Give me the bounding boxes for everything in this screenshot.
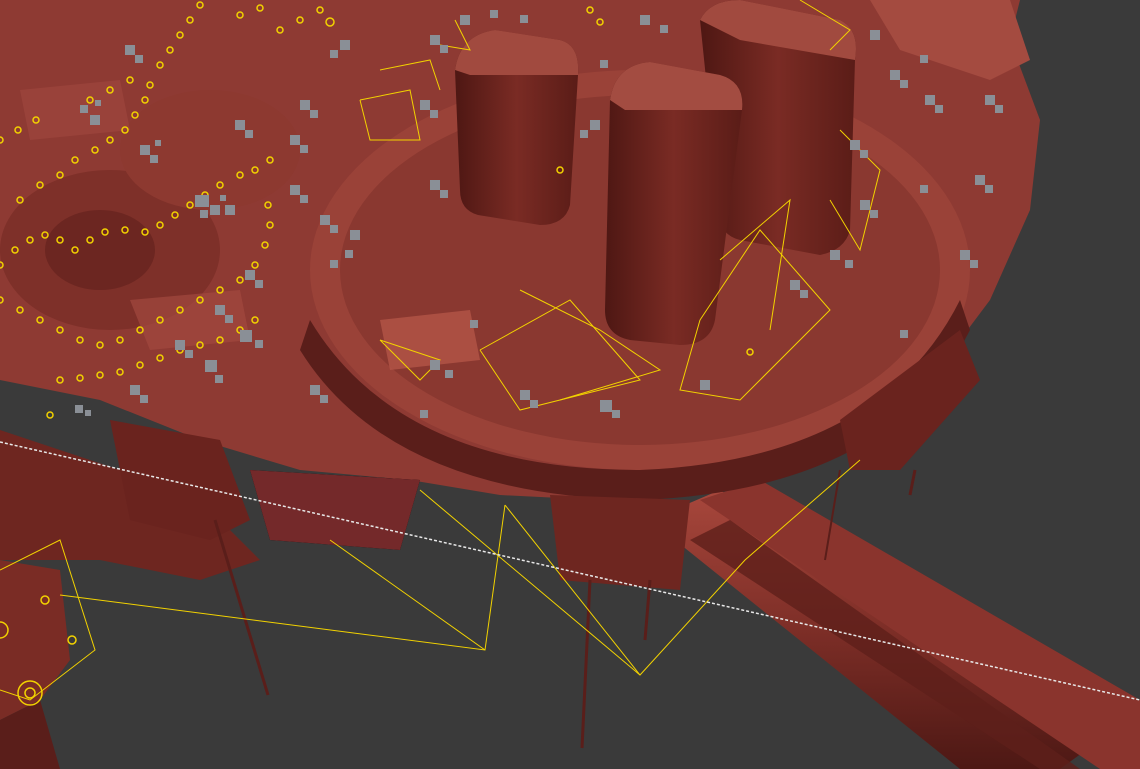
mesh-tower-left[interactable] <box>455 30 579 225</box>
3d-viewport[interactable] <box>0 0 1140 769</box>
viewport-canvas[interactable] <box>0 0 1140 769</box>
